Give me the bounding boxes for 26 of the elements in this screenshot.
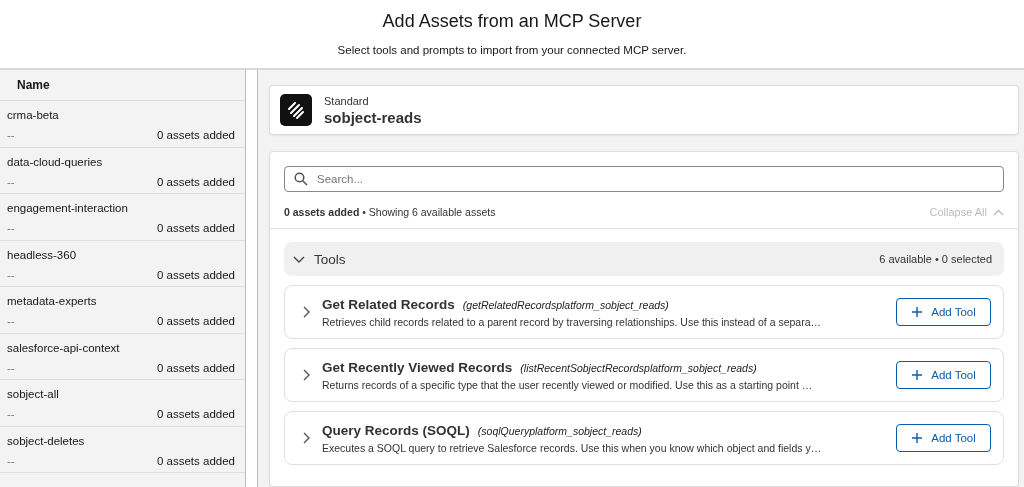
page-subtitle: Select tools and prompts to import from your connected MCP server. xyxy=(337,44,687,56)
plus-icon xyxy=(911,369,924,381)
add-tool-button[interactable]: Add Tool xyxy=(896,298,991,326)
tool-api-name: (soqlQueryplatform_sobject_reads) xyxy=(477,424,642,437)
search-field[interactable]: Search... xyxy=(284,166,1004,192)
add-tool-button[interactable]: Add Tool xyxy=(896,424,991,452)
tool-api-name: (getRelatedRecordsplatform_sobject_reads) xyxy=(462,298,669,311)
server-type: Standard xyxy=(324,94,370,107)
add-tool-button[interactable]: Add Tool xyxy=(896,361,991,389)
plus-icon xyxy=(911,306,924,318)
tool-title: Query Records (SOQL) xyxy=(322,422,470,438)
column-header: Name xyxy=(17,78,50,92)
search-icon xyxy=(294,172,308,186)
tool-title: Get Recently Viewed Records xyxy=(322,359,513,375)
tool-api-name: (listRecentSobjectRecordsplatform_sobject_reads) xyxy=(520,361,757,374)
summary-text: 0 assets added • Showing 6 available assets xyxy=(284,206,496,218)
page-title: Add Assets from an MCP Server xyxy=(382,11,642,32)
tool-description: Executes a SOQL query to retrieve Salesforce records. Use this when you know which object and fields y… xyxy=(322,441,823,454)
caret-up-icon xyxy=(993,208,1004,216)
tool-title: Get Related Records xyxy=(322,296,455,312)
tools-group-header[interactable]: Tools 6 available • 0 selected xyxy=(284,242,1004,276)
tool-description: Retrieves child records related to a parent record by traversing relationships. Use this instead of a separa… xyxy=(322,315,822,328)
plus-icon xyxy=(911,432,924,444)
tool-description: Returns records of a specific type that the user recently viewed or modified. Use this as a starting point … xyxy=(322,378,814,391)
server-name: sobject-reads xyxy=(324,108,422,126)
server-logo-icon xyxy=(280,94,312,126)
